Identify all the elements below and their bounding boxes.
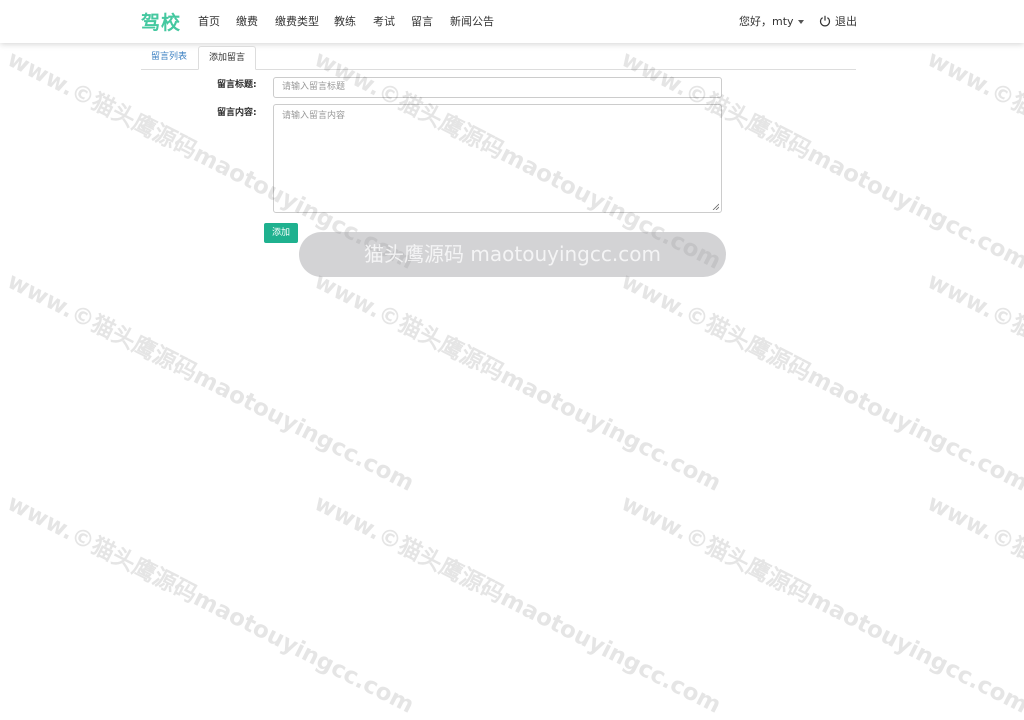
watermark: www.©猫头鹰源码maotouyingcc.com xyxy=(923,490,1024,719)
watermark: www.©猫头鹰源码maotouyingcc.com xyxy=(310,490,726,719)
user-menu[interactable]: 您好，mty xyxy=(739,13,804,29)
watermark: www.©猫头鹰源码maotouyingcc.com xyxy=(617,268,1024,497)
nav-item-exam[interactable]: 考试 xyxy=(373,13,395,29)
top-navbar: 驾校 首页 缴费 缴费类型 教练 考试 留言 新闻公告 您好，mty 退出 xyxy=(0,0,1024,43)
watermark: www.©猫头鹰源码maotouyingcc.com xyxy=(3,268,419,497)
content-placeholder: 请输入留言内容 xyxy=(282,111,346,121)
watermark-banner: 猫头鹰源码 maotouyingcc.com xyxy=(299,232,726,277)
title-label: 留言标题: xyxy=(217,80,257,90)
content-label: 留言内容: xyxy=(217,108,257,118)
nav-item-home[interactable]: 首页 xyxy=(198,13,220,29)
power-icon xyxy=(819,15,831,27)
logout-button[interactable]: 退出 xyxy=(819,13,857,29)
tab-bar: 留言列表 添加留言 xyxy=(141,44,856,70)
tab-message-list[interactable]: 留言列表 xyxy=(141,46,197,68)
nav-item-payment[interactable]: 缴费 xyxy=(236,13,258,29)
nav-item-message[interactable]: 留言 xyxy=(411,13,433,29)
brand-logo[interactable]: 驾校 xyxy=(141,8,181,35)
title-input[interactable]: 请输入留言标题 xyxy=(273,77,722,98)
add-button[interactable]: 添加 xyxy=(264,223,298,243)
watermark: www.©猫头鹰源码maotouyingcc.com xyxy=(617,490,1024,719)
content-textarea[interactable]: 请输入留言内容 xyxy=(273,104,722,213)
watermark: www.©猫头鹰源码maotouyingcc.com xyxy=(923,268,1024,497)
logout-label: 退出 xyxy=(835,15,857,28)
watermark: www.©猫头鹰源码maotouyingcc.com xyxy=(310,268,726,497)
nav-item-payment-type[interactable]: 缴费类型 xyxy=(275,13,319,29)
watermark: www.©猫头鹰源码maotouyingcc.com xyxy=(923,46,1024,275)
nav-item-coach[interactable]: 教练 xyxy=(334,13,356,29)
resize-grip-icon[interactable] xyxy=(712,203,719,210)
nav-item-news[interactable]: 新闻公告 xyxy=(450,13,494,29)
tab-add-message[interactable]: 添加留言 xyxy=(198,46,257,70)
user-greeting: 您好，mty xyxy=(739,15,794,28)
caret-down-icon xyxy=(797,20,804,24)
watermark: www.©猫头鹰源码maotouyingcc.com xyxy=(3,490,419,719)
